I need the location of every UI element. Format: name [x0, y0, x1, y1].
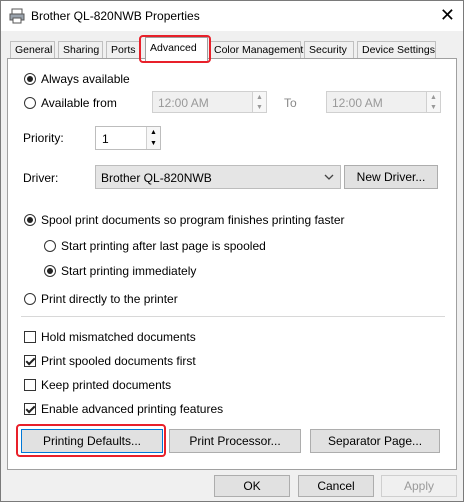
separator-page-button[interactable]: Separator Page... — [310, 429, 440, 453]
printer-icon — [9, 8, 25, 24]
to-time-field[interactable]: 12:00 AM ▲ ▼ — [326, 91, 441, 113]
from-time-value: 12:00 AM — [158, 96, 209, 110]
tab-general[interactable]: General — [10, 41, 55, 58]
enable-advanced-features-label[interactable]: Enable advanced printing features — [41, 402, 223, 416]
advanced-tab-highlight — [139, 35, 211, 63]
priority-label: Priority: — [23, 131, 64, 145]
print-directly-radio[interactable] — [24, 293, 36, 305]
ok-button[interactable]: OK — [214, 475, 290, 497]
keep-printed-label[interactable]: Keep printed documents — [41, 378, 171, 392]
tab-device-settings[interactable]: Device Settings — [357, 41, 436, 58]
hold-mismatched-label[interactable]: Hold mismatched documents — [41, 330, 196, 344]
close-icon[interactable]: ✕ — [440, 5, 455, 25]
always-available-radio[interactable] — [24, 73, 36, 85]
driver-label: Driver: — [23, 171, 59, 185]
window-title: Brother QL-820NWB Properties — [31, 9, 200, 23]
print-processor-button[interactable]: Print Processor... — [169, 429, 301, 453]
enable-advanced-features-checkbox[interactable] — [24, 403, 36, 415]
print-spooled-first-label[interactable]: Print spooled documents first — [41, 354, 196, 368]
keep-printed-checkbox[interactable] — [24, 379, 36, 391]
spool-radio[interactable] — [24, 214, 36, 226]
chevron-down-icon — [324, 174, 334, 180]
start-immediately-radio[interactable] — [44, 265, 56, 277]
title-bar: Brother QL-820NWB Properties ✕ — [1, 1, 463, 31]
spool-label[interactable]: Spool print documents so program finishe… — [41, 213, 345, 227]
from-time-spinner[interactable]: ▲ ▼ — [252, 92, 266, 112]
to-time-value: 12:00 AM — [332, 96, 383, 110]
driver-value: Brother QL-820NWB — [101, 171, 212, 185]
tab-security[interactable]: Security — [304, 41, 354, 58]
printing-defaults-highlight — [16, 424, 166, 457]
available-from-label[interactable]: Available from — [41, 96, 117, 110]
tab-color-management[interactable]: Color Management — [209, 41, 303, 58]
from-time-field[interactable]: 12:00 AM ▲ ▼ — [152, 91, 267, 113]
hold-mismatched-checkbox[interactable] — [24, 331, 36, 343]
start-after-last-page-label[interactable]: Start printing after last page is spoole… — [61, 239, 266, 253]
priority-value: 1 — [102, 132, 109, 146]
print-directly-label[interactable]: Print directly to the printer — [41, 292, 178, 306]
apply-button[interactable]: Apply — [381, 475, 457, 497]
driver-dropdown[interactable]: Brother QL-820NWB — [95, 165, 341, 189]
always-available-label[interactable]: Always available — [41, 72, 130, 86]
print-spooled-first-checkbox[interactable] — [24, 355, 36, 367]
tab-ports[interactable]: Ports — [106, 41, 140, 58]
divider — [21, 316, 445, 317]
start-after-last-page-radio[interactable] — [44, 240, 56, 252]
tab-sharing[interactable]: Sharing — [58, 41, 103, 58]
cancel-button[interactable]: Cancel — [298, 475, 374, 497]
start-immediately-label[interactable]: Start printing immediately — [61, 264, 196, 278]
to-time-spinner[interactable]: ▲ ▼ — [426, 92, 440, 112]
properties-dialog: Brother QL-820NWB Properties ✕ General S… — [0, 0, 464, 502]
priority-field[interactable]: 1 ▲ ▼ — [95, 126, 161, 150]
to-label: To — [284, 96, 297, 110]
priority-spinner[interactable]: ▲ ▼ — [146, 127, 160, 149]
new-driver-button[interactable]: New Driver... — [344, 165, 438, 189]
available-from-radio[interactable] — [24, 97, 36, 109]
